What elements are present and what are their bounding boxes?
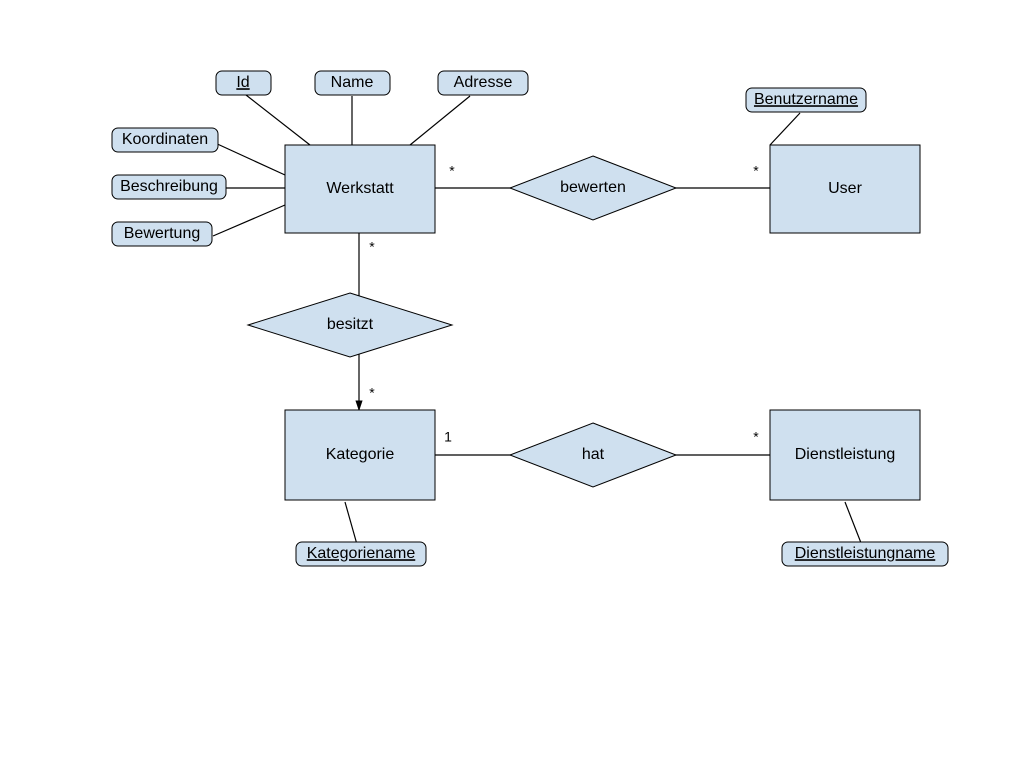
attr-name: Name [315, 71, 390, 95]
entity-kategorie-label: Kategorie [326, 446, 395, 463]
attr-name-label: Name [331, 74, 374, 91]
attr-adresse: Adresse [438, 71, 528, 95]
attr-id: Id [216, 71, 271, 95]
attr-kategoriename: Kategoriename [296, 542, 426, 566]
attr-bewertung: Bewertung [112, 222, 212, 246]
line-koordinaten-werkstatt [213, 142, 285, 175]
line-benutzername-user [770, 113, 800, 145]
relationship-hat: hat [510, 423, 676, 487]
attr-beschreibung: Beschreibung [112, 175, 226, 199]
attr-benutzername-label: Benutzername [754, 91, 858, 108]
card-werkstatt-bewerten: * [449, 163, 455, 179]
entity-dienstleistung: Dienstleistung [770, 410, 920, 500]
relationship-bewerten-label: bewerten [560, 179, 626, 196]
attr-dienstleistungname: Dienstleistungname [782, 542, 948, 566]
relationship-besitzt: besitzt [248, 293, 452, 357]
card-werkstatt-besitzt: * [369, 239, 375, 255]
line-kategoriename-kategorie [345, 502, 358, 548]
entity-dienstleistung-label: Dienstleistung [795, 446, 896, 463]
entity-kategorie: Kategorie [285, 410, 435, 500]
er-diagram: Werkstatt User Kategorie Dienstleistung … [0, 0, 1024, 768]
line-bewertung-werkstatt [213, 205, 285, 236]
line-dienstleistungname-dienstleistung [845, 502, 863, 548]
line-id-werkstatt [246, 95, 310, 145]
card-dienstleistung-hat: * [753, 429, 759, 445]
relationship-bewerten: bewerten [510, 156, 676, 220]
entity-werkstatt-label: Werkstatt [326, 180, 394, 197]
card-kategorie-besitzt: * [369, 385, 375, 401]
entity-werkstatt: Werkstatt [285, 145, 435, 233]
line-adresse-werkstatt [410, 96, 470, 145]
entity-user: User [770, 145, 920, 233]
attr-bewertung-label: Bewertung [124, 225, 201, 242]
card-kategorie-hat: 1 [444, 429, 452, 445]
card-user-bewerten: * [753, 163, 759, 179]
entity-user-label: User [828, 180, 862, 197]
attr-beschreibung-label: Beschreibung [120, 178, 218, 195]
attr-koordinaten-label: Koordinaten [122, 131, 208, 148]
attr-kategoriename-label: Kategoriename [307, 545, 416, 562]
attr-benutzername: Benutzername [746, 88, 866, 112]
relationship-hat-label: hat [582, 446, 605, 463]
relationship-besitzt-label: besitzt [327, 316, 374, 333]
attr-id-label: Id [236, 74, 249, 91]
attr-adresse-label: Adresse [454, 74, 513, 91]
attr-koordinaten: Koordinaten [112, 128, 218, 152]
attr-dienstleistungname-label: Dienstleistungname [795, 545, 936, 562]
